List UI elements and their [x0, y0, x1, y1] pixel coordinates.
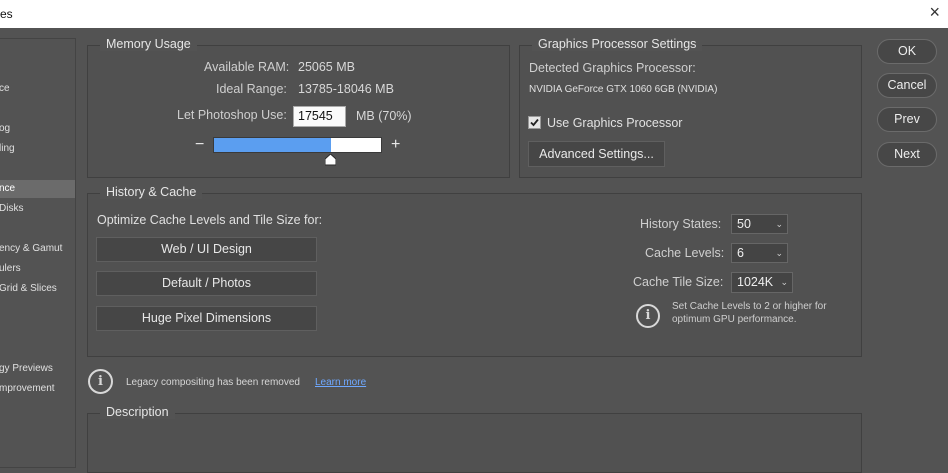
sidebar-item[interactable]: Disks	[0, 200, 75, 218]
next-button[interactable]: Next	[877, 142, 937, 167]
description-legend: Description	[100, 405, 175, 419]
chevron-down-icon: ⌄	[775, 248, 783, 258]
web-ui-design-button[interactable]: Web / UI Design	[96, 237, 317, 262]
slider-minus-icon[interactable]: −	[195, 136, 204, 154]
use-gpu-label[interactable]: Use Graphics Processor	[547, 116, 682, 130]
history-states-value: 50	[737, 217, 751, 231]
ideal-range-label: Ideal Range:	[216, 82, 287, 96]
gpu-tip-line-1: Set Cache Levels to 2 or higher for	[672, 301, 827, 312]
cache-tile-size-label: Cache Tile Size:	[633, 275, 724, 289]
info-icon: i	[636, 304, 660, 328]
window-title: es	[0, 7, 13, 21]
history-states-select[interactable]: 50 ⌄	[731, 214, 788, 234]
cache-levels-select[interactable]: 6 ⌄	[731, 243, 788, 263]
chevron-down-icon: ⌄	[775, 219, 783, 229]
sidebar: ce og ling nce Disks ency & Gamut ulers …	[0, 38, 76, 468]
cancel-button[interactable]: Cancel	[877, 73, 937, 98]
memory-unit-label: MB (70%)	[356, 109, 412, 123]
description-group: Description	[87, 405, 862, 473]
available-ram-value: 25065 MB	[298, 60, 355, 74]
slider-thumb-icon[interactable]	[325, 154, 337, 166]
sidebar-item[interactable]: ce	[0, 80, 75, 98]
chevron-down-icon: ⌄	[780, 277, 788, 287]
ideal-range-value: 13785-18046 MB	[298, 82, 394, 96]
cache-tile-size-value: 1024K	[737, 275, 774, 289]
sidebar-item[interactable]: ulers	[0, 260, 75, 278]
huge-pixel-dimensions-button[interactable]: Huge Pixel Dimensions	[96, 306, 317, 331]
history-states-label: History States:	[640, 217, 722, 231]
sidebar-item[interactable]: mprovement	[0, 380, 75, 398]
learn-more-link[interactable]: Learn more	[315, 377, 366, 388]
sidebar-item[interactable]: og	[0, 120, 75, 138]
legacy-compositing-text: Legacy compositing has been removed	[126, 377, 300, 388]
memory-usage-legend: Memory Usage	[100, 37, 197, 51]
detected-gpu-label: Detected Graphics Processor:	[529, 61, 696, 75]
close-icon[interactable]: ×	[929, 3, 940, 21]
sidebar-item[interactable]: Grid & Slices	[0, 280, 75, 298]
title-bar: es ×	[0, 0, 948, 28]
memory-slider-fill	[214, 138, 331, 152]
detected-gpu-value: NVIDIA GeForce GTX 1060 6GB (NVIDIA)	[529, 84, 718, 95]
gpu-tip-line-2: optimum GPU performance.	[672, 314, 797, 325]
sidebar-item[interactable]: ling	[0, 140, 75, 158]
ok-button[interactable]: OK	[877, 39, 937, 64]
prev-button[interactable]: Prev	[877, 107, 937, 132]
slider-plus-icon[interactable]: +	[391, 136, 400, 154]
checkmark-icon	[530, 118, 539, 127]
cache-levels-value: 6	[737, 246, 744, 260]
available-ram-label: Available RAM:	[204, 60, 290, 74]
let-photoshop-use-label: Let Photoshop Use:	[177, 108, 287, 122]
history-cache-legend: History & Cache	[100, 185, 203, 199]
info-icon: i	[88, 369, 113, 394]
sidebar-item[interactable]: ency & Gamut	[0, 240, 75, 258]
memory-amount-input[interactable]: 17545	[293, 106, 346, 127]
sidebar-item[interactable]: gy Previews	[0, 360, 75, 378]
optimize-label: Optimize Cache Levels and Tile Size for:	[97, 213, 323, 227]
advanced-settings-button[interactable]: Advanced Settings...	[528, 141, 665, 167]
use-gpu-checkbox[interactable]	[528, 116, 541, 129]
cache-levels-label: Cache Levels:	[645, 246, 725, 260]
default-photos-button[interactable]: Default / Photos	[96, 271, 317, 296]
graphics-processor-legend: Graphics Processor Settings	[532, 37, 703, 51]
sidebar-item-active[interactable]: nce	[0, 180, 75, 198]
cache-tile-size-select[interactable]: 1024K ⌄	[731, 272, 793, 293]
memory-slider[interactable]	[213, 137, 382, 153]
